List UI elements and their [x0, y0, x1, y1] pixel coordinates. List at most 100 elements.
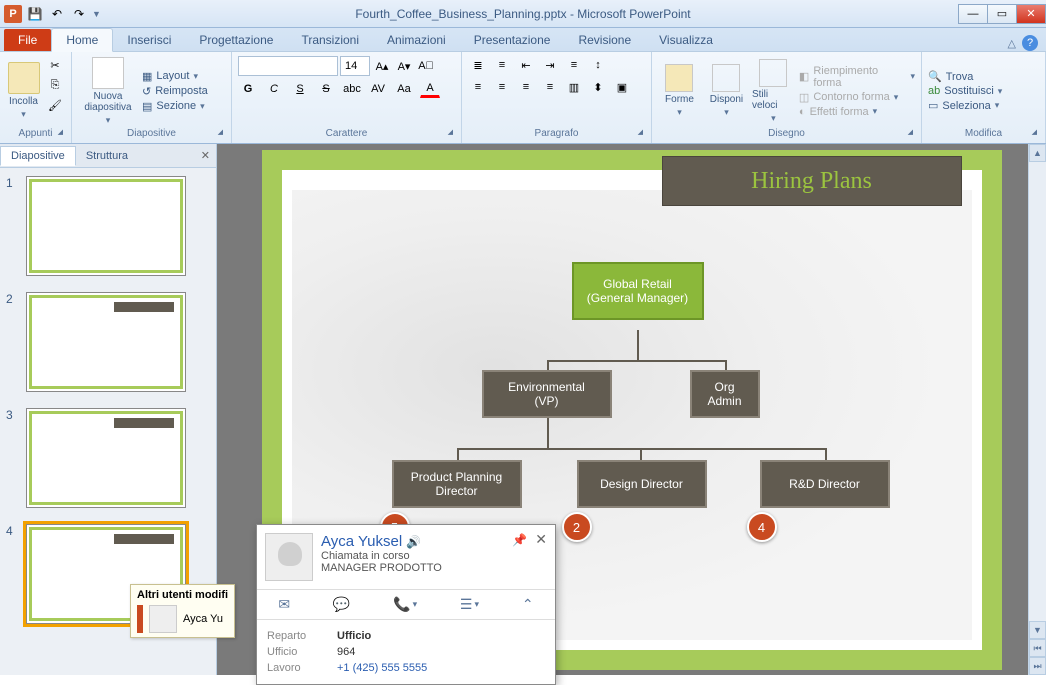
email-icon[interactable]: ✉: [278, 596, 290, 613]
expand-icon[interactable]: ⌃: [522, 596, 534, 613]
layout-button[interactable]: ▦Layout▾: [142, 70, 208, 83]
contact-title: MANAGER PRODOTTO: [321, 562, 442, 574]
org-node-product-planning[interactable]: Product Planning Director: [392, 460, 522, 508]
slide-thumb-3[interactable]: [26, 408, 186, 508]
other-user-row[interactable]: Ayca Yu: [137, 605, 228, 633]
help-icon[interactable]: ?: [1022, 35, 1038, 51]
connector: [640, 448, 642, 460]
font-size-input[interactable]: 14: [340, 56, 370, 76]
scroll-down-icon[interactable]: ▼: [1029, 621, 1046, 639]
tab-visualizza[interactable]: Visualizza: [645, 29, 727, 51]
quick-access-toolbar: P 💾 ↶ ↷ ▼: [0, 5, 101, 23]
numbering-icon[interactable]: ≡: [492, 56, 512, 74]
panel-tab-outline[interactable]: Struttura: [76, 147, 138, 165]
maximize-button[interactable]: ▭: [987, 4, 1017, 24]
tab-animazioni[interactable]: Animazioni: [373, 29, 460, 51]
align-text-icon[interactable]: ⬍: [588, 78, 608, 96]
call-icon[interactable]: 📞▾: [393, 596, 417, 613]
panel-close-icon[interactable]: ✕: [195, 149, 216, 162]
quick-styles-button[interactable]: Stili veloci▾: [752, 56, 795, 126]
shape-effects-button[interactable]: ◐Effetti forma▾: [799, 106, 915, 118]
paste-button[interactable]: Incolla ▾: [6, 56, 41, 126]
find-button[interactable]: 🔍Trova: [928, 70, 1002, 83]
close-button[interactable]: ✕: [1016, 4, 1046, 24]
shadow-button[interactable]: abc: [342, 80, 362, 98]
copy-icon[interactable]: ⎘: [45, 76, 65, 94]
clear-format-icon[interactable]: A⃠: [416, 57, 436, 75]
save-icon[interactable]: 💾: [26, 5, 44, 23]
align-right-icon[interactable]: ≡: [516, 78, 536, 96]
shapes-icon: [665, 64, 693, 92]
font-family-input[interactable]: [238, 56, 338, 76]
change-case-button[interactable]: Aa: [394, 80, 414, 98]
smartart-icon[interactable]: ▣: [612, 78, 632, 96]
underline-button[interactable]: S: [290, 80, 310, 98]
slide-title-box[interactable]: Hiring Plans: [662, 156, 962, 206]
tab-inserisci[interactable]: Inserisci: [113, 29, 185, 51]
tab-progettazione[interactable]: Progettazione: [185, 29, 287, 51]
replace-button[interactable]: abSostituisci▾: [928, 85, 1002, 97]
undo-icon[interactable]: ↶: [48, 5, 66, 23]
text-direction-icon[interactable]: ↕: [588, 56, 608, 74]
line-spacing-icon[interactable]: ≡: [564, 56, 584, 74]
char-spacing-button[interactable]: AV: [368, 80, 388, 98]
qat-dropdown-icon[interactable]: ▼: [92, 9, 101, 19]
minimize-button[interactable]: —: [958, 4, 988, 24]
strike-button[interactable]: S: [316, 80, 336, 98]
shapes-button[interactable]: Forme▾: [658, 56, 701, 126]
bullets-icon[interactable]: ≣: [468, 56, 488, 74]
shrink-font-icon[interactable]: A▾: [394, 57, 414, 75]
columns-icon[interactable]: ▥: [564, 78, 584, 96]
scroll-up-icon[interactable]: ▲: [1029, 144, 1046, 162]
org-node-design-director[interactable]: Design Director: [577, 460, 707, 508]
group-label-editing: Modifica: [928, 126, 1039, 141]
badge-2[interactable]: 2: [562, 512, 592, 542]
tab-home[interactable]: Home: [51, 28, 113, 52]
arrange-button[interactable]: Disponi▾: [705, 56, 748, 126]
org-node-org-admin[interactable]: Org Admin: [690, 370, 760, 418]
align-left-icon[interactable]: ≡: [468, 78, 488, 96]
tab-presentazione[interactable]: Presentazione: [460, 29, 565, 51]
vertical-scrollbar[interactable]: ▲ ▼ ⏮ ⏭: [1028, 144, 1046, 675]
section-button[interactable]: ▤Sezione▾: [142, 100, 208, 113]
cut-icon[interactable]: ✂: [45, 56, 65, 74]
thumb-number: 3: [6, 408, 18, 508]
shape-fill-button[interactable]: ◧Riempimento forma▾: [799, 65, 915, 89]
org-node-global-retail[interactable]: Global Retail (General Manager): [572, 262, 704, 320]
tab-revisione[interactable]: Revisione: [564, 29, 645, 51]
bold-button[interactable]: G: [238, 80, 258, 98]
select-button[interactable]: ▭Seleziona▾: [928, 99, 1002, 112]
work-phone-link[interactable]: +1 (425) 555 5555: [337, 662, 427, 674]
grow-font-icon[interactable]: A▴: [372, 57, 392, 75]
align-center-icon[interactable]: ≡: [492, 78, 512, 96]
badge-4[interactable]: 4: [747, 512, 777, 542]
italic-button[interactable]: C: [264, 80, 284, 98]
minimize-ribbon-icon[interactable]: △: [1008, 37, 1016, 50]
org-node-environmental[interactable]: Environmental (VP): [482, 370, 612, 418]
increase-indent-icon[interactable]: ⇥: [540, 56, 560, 74]
file-tab[interactable]: File: [4, 29, 51, 51]
pin-icon[interactable]: 📌: [512, 533, 527, 547]
justify-icon[interactable]: ≡: [540, 78, 560, 96]
ribbon-tab-row: File Home Inserisci Progettazione Transi…: [0, 28, 1046, 52]
format-painter-icon[interactable]: 🖌: [45, 96, 65, 114]
redo-icon[interactable]: ↷: [70, 5, 88, 23]
options-icon[interactable]: ☰▾: [460, 596, 479, 613]
new-slide-button[interactable]: Nuova diapositiva ▾: [78, 56, 138, 126]
prev-slide-icon[interactable]: ⏮: [1029, 639, 1046, 657]
next-slide-icon[interactable]: ⏭: [1029, 657, 1046, 675]
card-close-icon[interactable]: ✕: [535, 531, 547, 548]
reset-button[interactable]: ↺Reimposta: [142, 85, 208, 98]
slide-thumb-1[interactable]: [26, 176, 186, 276]
panel-tab-slides[interactable]: Diapositive: [0, 146, 76, 166]
contact-name[interactable]: Ayca Yuksel 🔊: [321, 533, 442, 550]
shape-outline-button[interactable]: ◫Contorno forma▾: [799, 91, 915, 104]
group-label-clipboard: Appunti: [6, 126, 65, 141]
slide-thumb-2[interactable]: [26, 292, 186, 392]
decrease-indent-icon[interactable]: ⇤: [516, 56, 536, 74]
im-icon[interactable]: 💬: [333, 596, 350, 613]
window-controls: — ▭ ✕: [959, 4, 1046, 24]
font-color-button[interactable]: A: [420, 80, 440, 98]
org-node-rnd-director[interactable]: R&D Director: [760, 460, 890, 508]
tab-transizioni[interactable]: Transizioni: [287, 29, 373, 51]
